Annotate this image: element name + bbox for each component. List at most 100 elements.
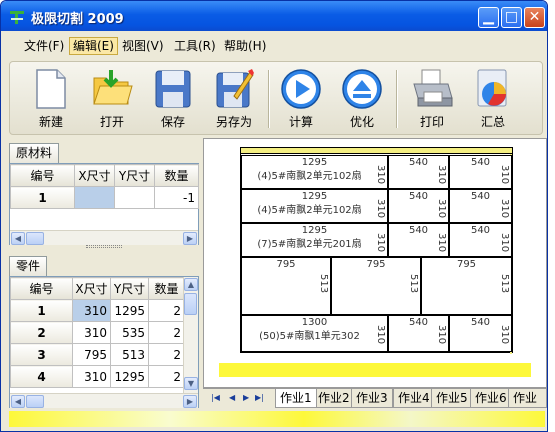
scroll-thumb[interactable] <box>26 232 44 245</box>
scroll-left-icon[interactable]: ◀ <box>11 395 25 408</box>
col-header-id[interactable]: 编号 <box>10 164 75 187</box>
tab-job-7[interactable]: 作业7 <box>508 389 547 423</box>
panel-splitter[interactable] <box>86 245 122 248</box>
print-label: 打印 <box>419 115 444 129</box>
scroll-thumb[interactable] <box>184 293 197 315</box>
table-row[interactable]: 1 -1 <box>10 186 199 209</box>
cutting-sheet[interactable]: 1295 (4)5#南飘2单元102扇 310 540 310 540 310 … <box>240 147 513 354</box>
prev-tab-icon[interactable]: ◀ <box>229 393 235 402</box>
layout-canvas[interactable]: 1295 (4)5#南飘2单元102扇 310 540 310 540 310 … <box>203 138 547 388</box>
tab-job-2[interactable]: 作业2 <box>313 389 355 408</box>
scroll-right-icon[interactable]: ▶ <box>183 232 197 245</box>
cut-piece[interactable]: 540 310 <box>449 155 512 189</box>
row-id[interactable]: 3 <box>10 343 73 366</box>
scroll-up-icon[interactable]: ▲ <box>184 278 198 291</box>
scroll-thumb[interactable] <box>26 395 44 408</box>
next-tab-icon[interactable]: ▶ <box>243 393 249 402</box>
table-row[interactable]: 1 310 1295 2 <box>10 299 185 322</box>
row-id[interactable]: 2 <box>10 321 73 344</box>
menu-tools[interactable]: 工具(R) <box>171 37 219 55</box>
minimize-icon[interactable]: ▁ <box>478 7 499 28</box>
tab-job-3[interactable]: 作业3 <box>351 389 393 408</box>
tab-job-5[interactable]: 作业5 <box>431 389 473 408</box>
compute-button[interactable]: 计算 <box>272 66 330 132</box>
cell-y[interactable]: 513 <box>110 343 149 366</box>
cell-qty[interactable]: 2 <box>148 299 185 322</box>
summary-button[interactable]: 汇总 <box>464 66 522 132</box>
last-tab-icon[interactable]: ▶| <box>255 393 264 402</box>
row-id[interactable]: 1 <box>10 186 75 209</box>
cut-piece[interactable]: 540 310 <box>388 315 449 352</box>
tab-job-4[interactable]: 作业4 <box>393 389 435 408</box>
menu-help[interactable]: 帮助(H) <box>221 37 269 55</box>
raw-material-tab[interactable]: 原材料 <box>9 143 60 163</box>
tab-job-1[interactable]: 作业1 <box>275 389 317 408</box>
col-header-qty[interactable]: 数量 <box>154 164 199 187</box>
menu-file[interactable]: 文件(F) <box>21 37 67 55</box>
cell-y[interactable] <box>114 186 155 209</box>
close-icon[interactable]: ✕ <box>524 7 545 28</box>
scroll-left-icon[interactable]: ◀ <box>11 232 25 245</box>
cut-piece[interactable]: 540 310 <box>388 189 449 223</box>
optimize-button[interactable]: 优化 <box>333 66 391 132</box>
cell-qty[interactable]: 2 <box>148 365 185 388</box>
col-header-x[interactable]: X尺寸 <box>72 277 111 300</box>
col-header-y[interactable]: Y尺寸 <box>114 164 155 187</box>
cell-x[interactable]: 310 <box>72 365 111 388</box>
cut-piece[interactable]: 540 310 <box>449 189 512 223</box>
save-label: 保存 <box>160 115 185 129</box>
col-header-qty[interactable]: 数量 <box>148 277 185 300</box>
col-header-x[interactable]: X尺寸 <box>74 164 115 187</box>
parts-vscrollbar[interactable]: ▲ ▼ <box>183 277 198 393</box>
parts-table: 编号 X尺寸 Y尺寸 数量 1 310 1295 2 2 310 535 2 3… <box>10 277 185 388</box>
menu-edit[interactable]: 编辑(E) <box>69 37 118 55</box>
cut-piece[interactable]: 795 513 <box>421 257 512 315</box>
open-button[interactable]: 打开 <box>83 66 141 132</box>
cut-piece[interactable]: 795 513 <box>241 257 331 315</box>
maximize-icon[interactable]: □ <box>501 7 522 28</box>
cell-y[interactable]: 535 <box>110 321 149 344</box>
scroll-right-icon[interactable]: ▶ <box>183 395 197 408</box>
parts-panel: 编号 X尺寸 Y尺寸 数量 1 310 1295 2 2 310 535 2 3… <box>9 276 199 408</box>
sheet-edge-strip <box>241 148 512 154</box>
cell-qty[interactable]: 2 <box>148 343 185 366</box>
cell-y[interactable]: 1295 <box>110 299 149 322</box>
col-header-id[interactable]: 编号 <box>10 277 73 300</box>
table-row[interactable]: 3 795 513 2 <box>10 343 185 366</box>
cell-x[interactable]: 310 <box>72 299 111 322</box>
scroll-down-icon[interactable]: ▼ <box>184 377 198 390</box>
parts-tab[interactable]: 零件 <box>9 256 48 276</box>
tab-job-6[interactable]: 作业6 <box>470 389 512 408</box>
cell-qty[interactable]: 2 <box>148 321 185 344</box>
row-id[interactable]: 1 <box>10 299 73 322</box>
open-label: 打开 <box>99 115 124 129</box>
cut-piece[interactable]: 540 310 <box>449 315 512 352</box>
cut-piece[interactable]: 1300 (50)5#南飘1单元302 310 <box>241 315 388 352</box>
first-tab-icon[interactable]: |◀ <box>211 393 220 402</box>
new-button[interactable]: 新建 <box>22 66 80 132</box>
save-button[interactable]: 保存 <box>144 66 202 132</box>
raw-hscrollbar[interactable]: ◀ ▶ <box>10 230 198 245</box>
cut-piece[interactable]: 540 310 <box>388 155 449 189</box>
cell-x[interactable]: 795 <box>72 343 111 366</box>
cut-piece[interactable]: 1295 (7)5#南飘2单元201扇 310 <box>241 223 388 257</box>
cell-x[interactable] <box>74 186 115 209</box>
menu-view[interactable]: 视图(V) <box>119 37 167 55</box>
cut-piece[interactable]: 1295 (4)5#南飘2单元102扇 310 <box>241 189 388 223</box>
title-bar[interactable]: 极限切割 2009 ▁ □ ✕ <box>1 1 547 31</box>
cut-piece[interactable]: 1295 (4)5#南飘2单元102扇 310 <box>241 155 388 189</box>
cut-piece[interactable]: 795 513 <box>331 257 421 315</box>
save-as-button[interactable]: 另存为 <box>205 66 263 132</box>
table-row[interactable]: 4 310 1295 2 <box>10 365 185 388</box>
parts-hscrollbar[interactable]: ◀ ▶ <box>10 393 198 408</box>
cell-x[interactable]: 310 <box>72 321 111 344</box>
print-button[interactable]: 打印 <box>403 66 461 132</box>
col-header-y[interactable]: Y尺寸 <box>110 277 149 300</box>
cell-y[interactable]: 1295 <box>110 365 149 388</box>
cell-qty[interactable]: -1 <box>154 186 199 209</box>
cut-piece[interactable]: 540 310 <box>449 223 512 257</box>
table-row[interactable]: 2 310 535 2 <box>10 321 185 344</box>
cut-piece[interactable]: 540 310 <box>388 223 449 257</box>
row-id[interactable]: 4 <box>10 365 73 388</box>
piece-width: 795 <box>456 259 477 270</box>
